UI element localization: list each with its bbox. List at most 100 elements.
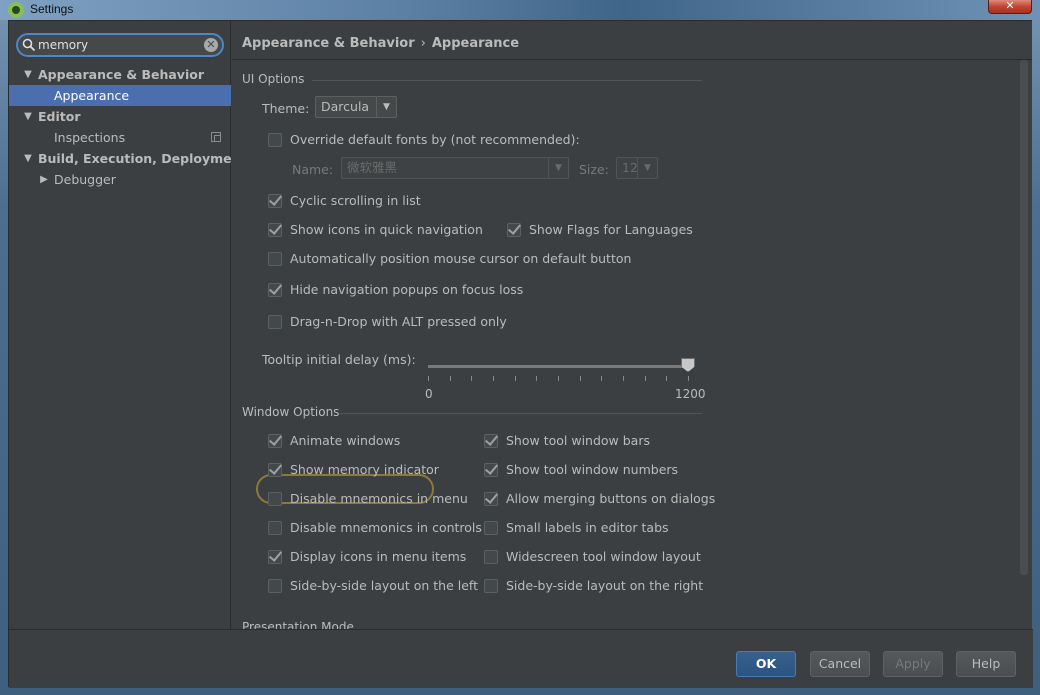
drag-drop-alt-checkbox[interactable]: Drag-n-Drop with ALT pressed only: [268, 314, 507, 329]
close-button[interactable]: ✕: [988, 0, 1032, 14]
tooltip-delay-slider-thumb[interactable]: [681, 358, 695, 372]
settings-window: Settings ✕ ✕ ▼ Appearance & Behavior App…: [0, 0, 1040, 695]
group-separator: [312, 80, 702, 81]
slider-tick: [536, 376, 538, 381]
tree-item-label: Appearance & Behavior: [38, 67, 204, 82]
apply-button[interactable]: Apply: [883, 651, 943, 677]
checkbox-box[interactable]: [268, 132, 282, 147]
checkbox-label: Drag-n-Drop with ALT pressed only: [290, 314, 507, 329]
expanded-arrow-icon[interactable]: ▼: [23, 148, 33, 169]
small-labels-tabs-checkbox[interactable]: Small labels in editor tabs: [484, 520, 669, 535]
show-icons-nav-checkbox[interactable]: Show icons in quick navigation: [268, 222, 483, 237]
tree-item-editor[interactable]: ▼ Editor: [9, 106, 231, 127]
ok-button[interactable]: OK: [736, 651, 796, 677]
slider-tick: [666, 376, 668, 381]
slider-tick: [579, 376, 581, 381]
window-title: Settings: [30, 2, 74, 16]
slider-tick: [514, 376, 516, 381]
slider-tick: [428, 376, 429, 381]
search-input[interactable]: [38, 37, 198, 53]
checkbox-box[interactable]: [268, 193, 282, 208]
animate-windows-checkbox[interactable]: Animate windows: [268, 433, 400, 448]
dialog-client: ✕ ▼ Appearance & Behavior Appearance ▼ E…: [8, 20, 1033, 688]
checkbox-box[interactable]: [484, 462, 498, 477]
font-name-label: Name:: [292, 162, 334, 177]
checkbox-box[interactable]: [484, 491, 498, 506]
main-panel: Appearance & Behavior › Appearance UI Opti…: [232, 21, 1032, 629]
hide-nav-popups-checkbox[interactable]: Hide navigation popups on focus loss: [268, 282, 523, 297]
show-memory-indicator-checkbox[interactable]: Show memory indicator: [268, 462, 439, 477]
expanded-arrow-icon[interactable]: ▼: [23, 64, 33, 85]
search-box[interactable]: ✕: [16, 33, 224, 57]
checkbox-box[interactable]: [268, 520, 282, 535]
tooltip-delay-label: Tooltip initial delay (ms):: [262, 352, 416, 367]
checkbox-box[interactable]: [507, 222, 521, 237]
checkbox-box[interactable]: [484, 549, 498, 564]
tree-item-debugger[interactable]: ▶ Debugger: [9, 169, 231, 190]
cyclic-scrolling-checkbox[interactable]: Cyclic scrolling in list: [268, 193, 421, 208]
collapsed-arrow-icon[interactable]: ▶: [39, 169, 49, 190]
tree-item-appearance-behavior[interactable]: ▼ Appearance & Behavior: [9, 64, 231, 85]
checkbox-label: Small labels in editor tabs: [506, 520, 669, 535]
help-button[interactable]: Help: [956, 651, 1016, 677]
cancel-button[interactable]: Cancel: [810, 651, 870, 677]
display-icons-menu-checkbox[interactable]: Display icons in menu items: [268, 549, 466, 564]
expanded-arrow-icon[interactable]: ▼: [23, 106, 33, 127]
breadcrumb: Appearance & Behavior › Appearance: [242, 36, 519, 51]
checkbox-box[interactable]: [268, 222, 282, 237]
show-flags-checkbox[interactable]: Show Flags for Languages: [507, 222, 693, 237]
checkbox-label: Show icons in quick navigation: [290, 222, 483, 237]
slider-tick: [493, 376, 494, 381]
checkbox-label: Widescreen tool window layout: [506, 549, 701, 564]
font-name-select[interactable]: 微软雅黑 ▼: [341, 157, 569, 179]
checkbox-box[interactable]: [484, 578, 498, 593]
checkbox-box[interactable]: [268, 314, 282, 329]
breadcrumb-current: Appearance: [431, 36, 520, 51]
checkbox-label: Cyclic scrolling in list: [290, 193, 421, 208]
side-by-side-right-checkbox[interactable]: Side-by-side layout on the right: [484, 578, 703, 593]
group-separator: [340, 413, 702, 414]
presentation-mode-title: Presentation Mode: [242, 620, 354, 629]
disable-mnemonics-menu-checkbox[interactable]: Disable mnemonics in menu: [268, 491, 468, 506]
override-fonts-checkbox[interactable]: Override default fonts by (not recommend…: [268, 132, 580, 147]
checkbox-box[interactable]: [268, 282, 282, 297]
checkbox-box[interactable]: [268, 491, 282, 506]
checkbox-box[interactable]: [268, 251, 282, 266]
slider-tick: [623, 376, 624, 381]
checkbox-box[interactable]: [268, 433, 282, 448]
tree-item-label: Debugger: [54, 172, 116, 187]
tree-item-inspections[interactable]: Inspections: [9, 127, 231, 148]
tree-item-appearance[interactable]: Appearance: [9, 85, 231, 106]
checkbox-label: Disable mnemonics in menu: [290, 491, 468, 506]
chevron-down-icon: ▼: [376, 97, 396, 117]
widescreen-layout-checkbox[interactable]: Widescreen tool window layout: [484, 549, 701, 564]
theme-select[interactable]: Darcula ▼: [315, 96, 397, 118]
tree-item-build-execution-deployment[interactable]: ▼ Build, Execution, Deployment: [9, 148, 246, 169]
checkbox-label: Animate windows: [290, 433, 401, 448]
disable-mnemonics-controls-checkbox[interactable]: Disable mnemonics in controls: [268, 520, 482, 535]
checkbox-box[interactable]: [268, 549, 282, 564]
font-size-select[interactable]: 12 ▼: [616, 157, 658, 179]
checkbox-box[interactable]: [484, 520, 498, 535]
checkbox-label: Allow merging buttons on dialogs: [506, 491, 716, 506]
slider-tick: [558, 376, 559, 381]
checkbox-box[interactable]: [268, 462, 282, 477]
checkbox-box[interactable]: [484, 433, 498, 448]
checkbox-label: Automatically position mouse cursor on d…: [290, 251, 632, 266]
allow-merging-buttons-checkbox[interactable]: Allow merging buttons on dialogs: [484, 491, 715, 506]
clear-search-icon[interactable]: ✕: [204, 38, 218, 52]
checkbox-label: Show tool window numbers: [506, 462, 679, 477]
checkbox-box[interactable]: [268, 578, 282, 593]
vertical-scrollbar[interactable]: [1020, 60, 1028, 575]
tree-item-label: Editor: [38, 109, 81, 124]
theme-label: Theme:: [262, 101, 310, 116]
show-tool-window-bars-checkbox[interactable]: Show tool window bars: [484, 433, 650, 448]
auto-position-mouse-checkbox[interactable]: Automatically position mouse cursor on d…: [268, 251, 631, 266]
tooltip-delay-slider-track[interactable]: [428, 365, 688, 368]
side-by-side-left-checkbox[interactable]: Side-by-side layout on the left: [268, 578, 478, 593]
show-tool-window-numbers-checkbox[interactable]: Show tool window numbers: [484, 462, 678, 477]
checkbox-label: Show Flags for Languages: [529, 222, 693, 237]
title-bar[interactable]: Settings ✕: [0, 0, 1040, 20]
checkbox-label: Show memory indicator: [290, 462, 439, 477]
slider-max-label: 1200: [675, 387, 706, 401]
